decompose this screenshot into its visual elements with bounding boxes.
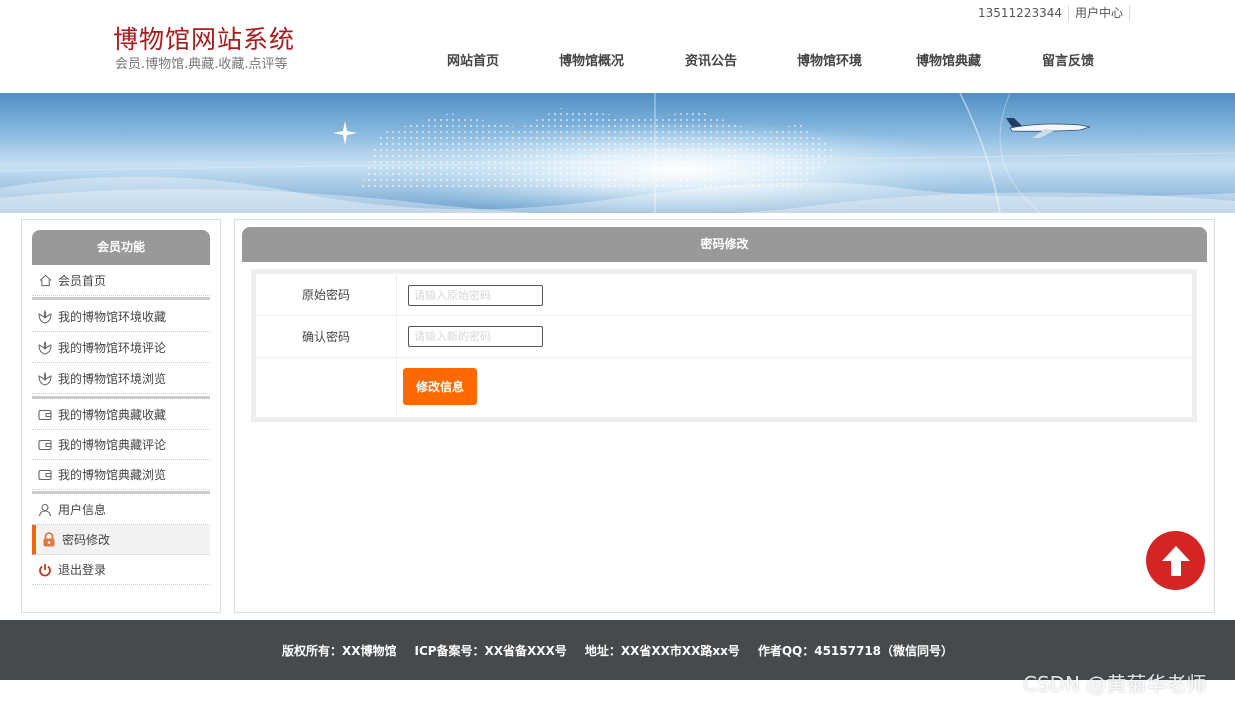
wallet-icon bbox=[38, 438, 52, 452]
confirm-password-input[interactable] bbox=[408, 326, 543, 347]
flower-icon bbox=[38, 309, 52, 324]
sidebar-item-label: 我的博物馆环境评论 bbox=[58, 341, 167, 355]
sidebar-title: 会员功能 bbox=[32, 230, 210, 265]
phone-number: 13511223344 bbox=[972, 5, 1069, 21]
sidebar-item-user-info[interactable]: 用户信息 bbox=[32, 495, 210, 525]
flower-icon bbox=[38, 340, 52, 355]
top-bar: 13511223344 用户中心 bbox=[972, 5, 1130, 21]
password-form: 原始密码 确认密码 修改信息 bbox=[251, 269, 1197, 422]
home-icon bbox=[38, 274, 52, 288]
flower-icon bbox=[38, 371, 52, 386]
footer-address: 地址：XX省XX市XX路xx号 bbox=[584, 643, 740, 658]
sidebar-divider bbox=[32, 297, 210, 300]
back-to-top-button[interactable] bbox=[1146, 531, 1205, 590]
footer-copyright: 版权所有：XX博物馆 bbox=[281, 643, 397, 658]
hero-banner bbox=[0, 93, 1235, 213]
panel-title: 密码修改 bbox=[242, 227, 1207, 262]
confirm-password-label: 确认密码 bbox=[256, 316, 397, 357]
sidebar-item-environment-favorites[interactable]: 我的博物馆环境收藏 bbox=[32, 302, 210, 332]
footer-icp: ICP备案号：XX省备XXX号 bbox=[414, 643, 567, 658]
nav-environment[interactable]: 博物馆环境 bbox=[797, 50, 862, 69]
power-icon bbox=[38, 563, 52, 577]
site-header: 博物馆网站系统 会员.博物馆.典藏.收藏.点评等 13511223344 用户中… bbox=[0, 0, 1235, 93]
footer-qq: 作者QQ：45157718（微信同号） bbox=[757, 643, 954, 658]
sidebar-item-environment-comments[interactable]: 我的博物馆环境评论 bbox=[32, 333, 210, 363]
nav-news[interactable]: 资讯公告 bbox=[685, 50, 737, 69]
nav-overview[interactable]: 博物馆概况 bbox=[559, 50, 624, 69]
sidebar-item-logout[interactable]: 退出登录 bbox=[32, 555, 210, 585]
sidebar-item-label: 会员首页 bbox=[58, 274, 107, 288]
lock-icon bbox=[42, 532, 56, 547]
sidebar-item-label: 退出登录 bbox=[58, 563, 107, 577]
form-row-old-password: 原始密码 bbox=[256, 274, 1192, 316]
sidebar-item-label: 密码修改 bbox=[62, 533, 111, 547]
wallet-icon bbox=[38, 468, 52, 482]
sidebar-item-environment-history[interactable]: 我的博物馆环境浏览 bbox=[32, 364, 210, 394]
sidebar-item-collection-history[interactable]: 我的博物馆典藏浏览 bbox=[32, 460, 210, 490]
sidebar-item-collection-comments[interactable]: 我的博物馆典藏评论 bbox=[32, 430, 210, 460]
sidebar-item-label: 用户信息 bbox=[58, 503, 107, 517]
sidebar-item-label: 我的博物馆典藏评论 bbox=[58, 438, 167, 452]
sidebar-item-label: 我的博物馆环境收藏 bbox=[58, 310, 167, 324]
csdn-watermark: CSDN @黄菊华老师 bbox=[1023, 672, 1207, 696]
form-row-submit: 修改信息 bbox=[256, 358, 1192, 417]
sidebar-item-change-password[interactable]: 密码修改 bbox=[32, 525, 210, 555]
main-panel: 密码修改 原始密码 确认密码 修改信息 bbox=[234, 219, 1215, 613]
banner-illustration bbox=[0, 93, 1235, 213]
sidebar-divider bbox=[32, 491, 210, 494]
member-sidebar: 会员功能 会员首页 我的博物馆环境收藏 我的博物馆环境评论 我的博物馆环境浏览 … bbox=[21, 219, 221, 613]
sidebar-divider bbox=[32, 396, 210, 399]
sidebar-item-label: 我的博物馆典藏浏览 bbox=[58, 468, 167, 482]
old-password-label: 原始密码 bbox=[256, 274, 397, 315]
site-subtitle: 会员.博物馆.典藏.收藏.点评等 bbox=[115, 57, 288, 72]
old-password-input[interactable] bbox=[408, 285, 543, 306]
arrow-up-icon bbox=[1161, 545, 1190, 576]
user-center-link[interactable]: 用户中心 bbox=[1069, 5, 1130, 21]
submit-row-label bbox=[256, 358, 397, 417]
nav-home[interactable]: 网站首页 bbox=[447, 50, 499, 69]
sidebar-item-label: 我的博物馆典藏收藏 bbox=[58, 408, 167, 422]
site-title[interactable]: 博物馆网站系统 bbox=[113, 20, 295, 56]
nav-feedback[interactable]: 留言反馈 bbox=[1042, 50, 1094, 69]
sidebar-item-member-home[interactable]: 会员首页 bbox=[32, 266, 210, 296]
user-icon bbox=[38, 503, 52, 517]
form-row-confirm-password: 确认密码 bbox=[256, 316, 1192, 358]
wallet-icon bbox=[38, 408, 52, 422]
nav-collection[interactable]: 博物馆典藏 bbox=[916, 50, 981, 69]
sidebar-item-collection-favorites[interactable]: 我的博物馆典藏收藏 bbox=[32, 400, 210, 430]
sidebar-item-label: 我的博物馆环境浏览 bbox=[58, 372, 167, 386]
submit-button[interactable]: 修改信息 bbox=[403, 368, 477, 405]
